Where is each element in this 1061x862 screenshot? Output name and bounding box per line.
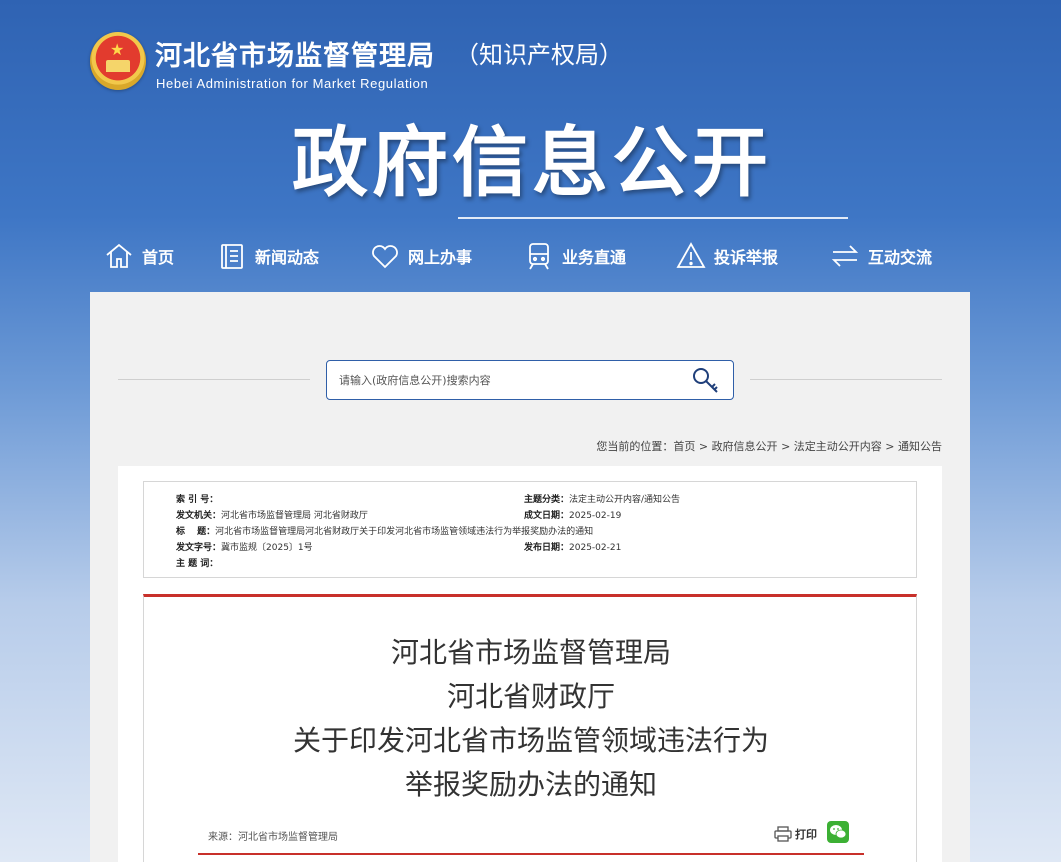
search-box — [326, 360, 734, 400]
wechat-share-button[interactable] — [827, 821, 849, 843]
nav-item-business[interactable]: 业务直通 — [524, 236, 626, 276]
divider — [750, 379, 942, 380]
meta-issuer: 发文机关：河北省市场监督管理局 河北省财政厅 — [176, 508, 368, 521]
breadcrumb-separator: > — [698, 440, 709, 453]
meta-subject: 主题分类：法定主动公开内容/通知公告 — [524, 492, 680, 505]
breadcrumb-item-notices[interactable]: 通知公告 — [898, 440, 942, 453]
nav-item-label: 网上办事 — [408, 248, 473, 267]
site-header: ★ 河北省市场监督管理局 （知识产权局） Hebei Administratio… — [0, 0, 1061, 292]
meta-value: 河北省市场监督管理局 河北省财政厅 — [221, 511, 368, 521]
document-title-line: 关于印发河北省市场监管领域违法行为 — [292, 724, 769, 757]
banner-title: 政府信息公开 — [292, 118, 772, 207]
nav-item-news[interactable]: 新闻动态 — [217, 236, 319, 276]
heart-icon — [372, 245, 398, 269]
meta-label: 主 题 词： — [176, 559, 219, 569]
meta-value: 法定主动公开内容/通知公告 — [569, 495, 681, 505]
document-source: 来源：河北省市场监督管理局 — [208, 832, 338, 843]
document-title-line: 河北省财政厅 — [446, 680, 615, 713]
breadcrumb: 您当前的位置：首页 > 政府信息公开 > 法定主动公开内容 > 通知公告 — [596, 438, 942, 454]
meta-value: 2025-02-19 — [569, 511, 622, 521]
document-title-line: 举报奖励办法的通知 — [404, 768, 657, 801]
meta-value: 2025-02-21 — [569, 543, 622, 553]
document-title: 河北省市场监督管理局 河北省财政厅 关于印发河北省市场监管领域违法行为 举报奖励… — [144, 631, 918, 807]
nav-item-interaction[interactable]: 互动交流 — [830, 236, 932, 276]
document-divider — [198, 853, 864, 855]
meta-index: 索 引 号： — [176, 492, 218, 505]
nav-item-complaint[interactable]: 投诉举报 — [676, 236, 778, 276]
nav-item-label: 业务直通 — [562, 248, 627, 267]
meta-label: 标 题： — [176, 527, 216, 537]
nav-item-label: 新闻动态 — [255, 248, 320, 267]
meta-docno: 发文字号：冀市监规〔2025〕1号 — [176, 540, 313, 553]
print-button[interactable]: 打印 — [774, 826, 817, 842]
meta-label: 主题分类： — [524, 495, 570, 505]
breadcrumb-prefix: 您当前的位置： — [596, 440, 674, 453]
banner-underline — [458, 217, 848, 219]
search-key-icon[interactable] — [689, 365, 721, 397]
printer-icon — [774, 826, 792, 842]
meta-label: 成文日期： — [524, 511, 570, 521]
warning-icon — [676, 242, 706, 268]
meta-keywords: 主 题 词： — [176, 556, 218, 569]
nav-item-label: 互动交流 — [868, 248, 933, 267]
document-meta-table: 索 引 号： 主题分类：法定主动公开内容/通知公告 发文机关：河北省市场监督管理… — [143, 481, 917, 578]
search-input[interactable] — [339, 370, 679, 390]
meta-created: 成文日期：2025-02-19 — [524, 508, 621, 521]
main-panel: 您当前的位置：首页 > 政府信息公开 > 法定主动公开内容 > 通知公告 索 引… — [90, 292, 970, 862]
content-card: 索 引 号： 主题分类：法定主动公开内容/通知公告 发文机关：河北省市场监督管理… — [118, 466, 942, 862]
divider — [118, 379, 310, 380]
nav-item-online-service[interactable]: 网上办事 — [370, 236, 472, 276]
news-icon — [221, 244, 243, 269]
nav-item-label: 投诉举报 — [714, 248, 779, 267]
meta-value: 河北省市场监督管理局河北省财政厅关于印发河北省市场监管领域违法行为举报奖励办法的… — [215, 527, 594, 537]
print-label: 打印 — [795, 828, 817, 841]
meta-published: 发布日期：2025-02-21 — [524, 540, 621, 553]
breadcrumb-item-home[interactable]: 首页 — [673, 440, 695, 453]
breadcrumb-separator: > — [781, 440, 791, 453]
nav-item-label: 首页 — [142, 248, 175, 267]
meta-label: 索 引 号： — [176, 495, 219, 505]
home-icon — [106, 243, 132, 268]
meta-label: 发布日期： — [524, 543, 570, 553]
meta-label: 发文字号： — [176, 543, 222, 553]
meta-value: 冀市监规〔2025〕1号 — [221, 543, 313, 553]
nav-item-home[interactable]: 首页 — [104, 236, 174, 276]
exchange-icon — [831, 245, 859, 267]
train-icon — [529, 243, 549, 270]
breadcrumb-separator: > — [885, 440, 895, 453]
document-title-line: 河北省市场监督管理局 — [390, 636, 671, 669]
main-nav: 首页 新闻动态 网上办事 业务直通 投诉举报 互动交流 — [104, 236, 954, 276]
document-body: 河北省市场监督管理局 河北省财政厅 关于印发河北省市场监管领域违法行为 举报奖励… — [143, 594, 917, 862]
search-row — [118, 360, 942, 400]
breadcrumb-item-statutory[interactable]: 法定主动公开内容 — [794, 440, 882, 453]
site-title: 河北省市场监督管理局 — [155, 41, 435, 72]
wechat-icon — [830, 825, 847, 839]
meta-label: 发文机关： — [176, 511, 222, 521]
meta-title: 标 题：河北省市场监督管理局河北省财政厅关于印发河北省市场监管领域违法行为举报奖… — [176, 524, 593, 537]
site-english-name: Hebei Administration for Market Regulati… — [156, 76, 429, 91]
national-emblem-icon: ★ — [90, 32, 146, 90]
breadcrumb-item-gov-info[interactable]: 政府信息公开 — [712, 440, 778, 453]
site-title-suffix: （知识产权局） — [455, 41, 623, 69]
